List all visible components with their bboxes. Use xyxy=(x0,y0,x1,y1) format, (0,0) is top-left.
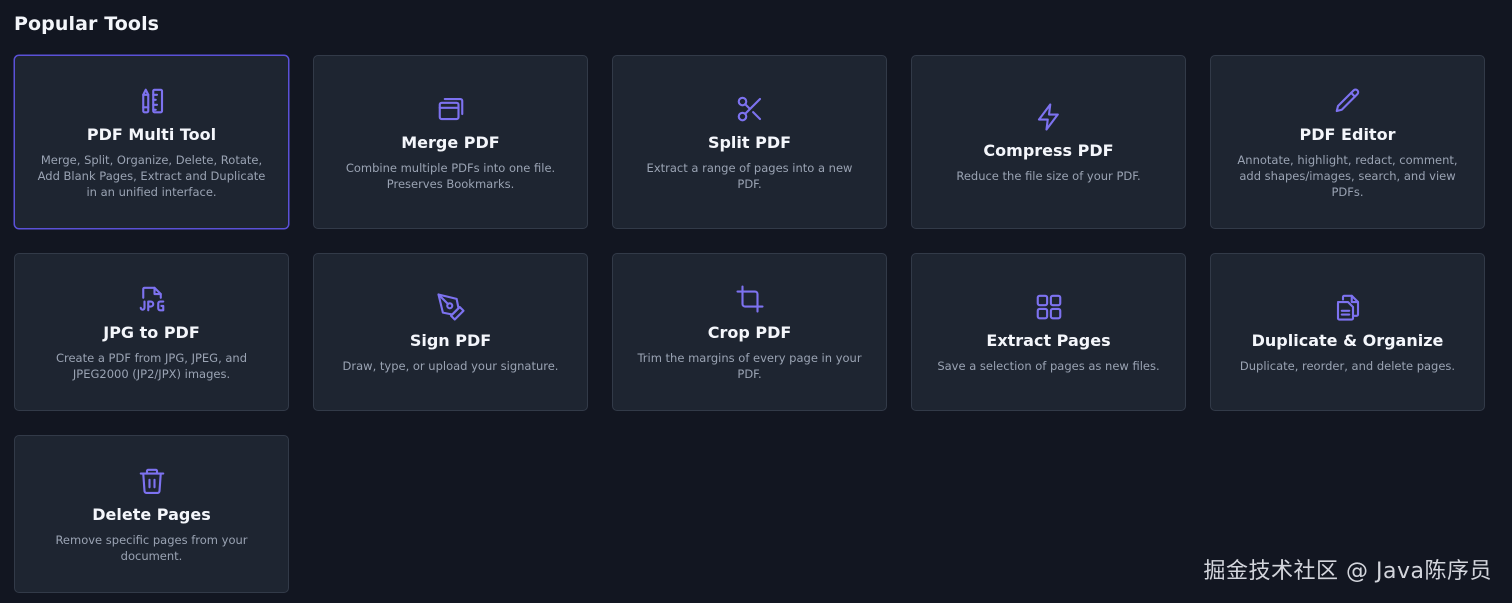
scissors-icon xyxy=(734,93,766,125)
tool-card-delete-pages[interactable]: Delete Pages Remove specific pages from … xyxy=(14,435,289,593)
tool-description: Combine multiple PDFs into one file. Pre… xyxy=(345,160,556,191)
popular-tools-page: Popular Tools PDF Multi Tool Merge, Spli… xyxy=(0,0,1512,603)
tool-title: Compress PDF xyxy=(983,140,1114,160)
tool-description: Duplicate, reorder, and delete pages. xyxy=(1239,358,1456,373)
pen-nib-icon xyxy=(435,291,467,323)
tool-title: PDF Multi Tool xyxy=(86,124,217,144)
lightning-bolt-icon xyxy=(1033,101,1065,133)
jpg-file-icon xyxy=(136,283,168,315)
tool-description: Remove specific pages from your document… xyxy=(55,532,248,563)
ruler-pencil-icon xyxy=(136,85,168,117)
tool-title: JPG to PDF xyxy=(103,322,200,342)
tool-card-duplicate-organize[interactable]: Duplicate & Organize Duplicate, reorder,… xyxy=(1210,253,1485,411)
copy-document-icon xyxy=(1332,291,1364,323)
crop-icon xyxy=(734,283,766,315)
tool-card-crop-pdf[interactable]: Crop PDF Trim the margins of every page … xyxy=(612,253,887,411)
tool-card-pdf-multi-tool[interactable]: PDF Multi Tool Merge, Split, Organize, D… xyxy=(14,55,289,229)
tool-card-sign-pdf[interactable]: Sign PDF Draw, type, or upload your sign… xyxy=(313,253,588,411)
tool-description: Annotate, highlight, redact, comment, ad… xyxy=(1237,152,1458,199)
tool-title: PDF Editor xyxy=(1299,124,1396,144)
section-title: Popular Tools xyxy=(14,13,160,35)
tool-card-split-pdf[interactable]: Split PDF Extract a range of pages into … xyxy=(612,55,887,229)
stacked-windows-icon xyxy=(435,93,467,125)
tool-card-compress-pdf[interactable]: Compress PDF Reduce the file size of you… xyxy=(911,55,1186,229)
tool-description: Save a selection of pages as new files. xyxy=(937,358,1160,373)
tool-title: Delete Pages xyxy=(92,504,211,524)
watermark-text: 掘金技术社区 @ Java陈序员 xyxy=(1203,559,1492,584)
tool-description: Draw, type, or upload your signature. xyxy=(342,358,559,373)
tool-description: Merge, Split, Organize, Delete, Rotate, … xyxy=(37,152,266,199)
tool-description: Extract a range of pages into a new PDF. xyxy=(646,160,853,191)
tool-description: Reduce the file size of your PDF. xyxy=(956,168,1141,183)
pencil-icon xyxy=(1332,85,1364,117)
trash-icon xyxy=(136,465,168,497)
grid-squares-icon xyxy=(1033,291,1065,323)
tool-title: Crop PDF xyxy=(707,322,792,342)
tool-card-extract-pages[interactable]: Extract Pages Save a selection of pages … xyxy=(911,253,1186,411)
tool-title: Merge PDF xyxy=(401,132,500,152)
tool-card-merge-pdf[interactable]: Merge PDF Combine multiple PDFs into one… xyxy=(313,55,588,229)
tool-title: Duplicate & Organize xyxy=(1251,330,1444,350)
tool-description: Trim the margins of every page in your P… xyxy=(637,350,862,381)
tool-title: Extract Pages xyxy=(986,330,1111,350)
tool-title: Sign PDF xyxy=(409,330,492,350)
tool-title: Split PDF xyxy=(707,132,792,152)
tool-card-jpg-to-pdf[interactable]: JPG to PDF Create a PDF from JPG, JPEG, … xyxy=(14,253,289,411)
tool-card-pdf-editor[interactable]: PDF Editor Annotate, highlight, redact, … xyxy=(1210,55,1485,229)
tool-description: Create a PDF from JPG, JPEG, and JPEG200… xyxy=(55,350,248,381)
tools-grid: PDF Multi Tool Merge, Split, Organize, D… xyxy=(14,55,1485,593)
